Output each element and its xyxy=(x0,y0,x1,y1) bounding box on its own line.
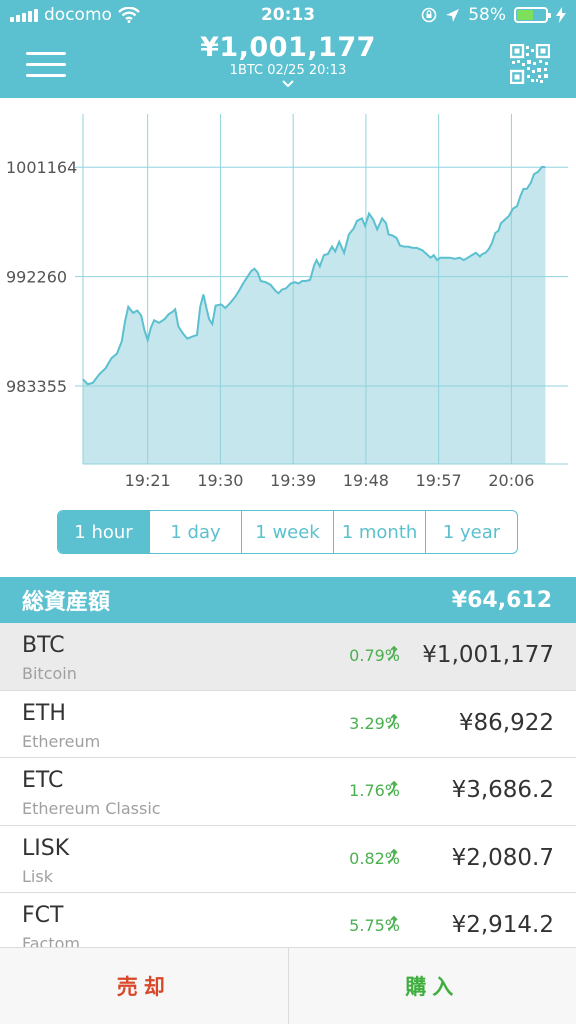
tab-1-year[interactable]: 1 year xyxy=(425,511,517,553)
total-assets-bar: 総資産額 ¥64,612 xyxy=(0,577,576,623)
price-area-fill xyxy=(83,166,546,465)
trade-action-bar: 売却 購入 xyxy=(0,947,576,1024)
asset-symbol: BTC xyxy=(22,633,65,658)
y-tick-label: 983355 xyxy=(6,377,67,396)
asset-name: Ethereum Classic xyxy=(22,799,161,818)
price-chart-svg: 1001164 992260 983355 19:21 19:30 19:39 19:48 1… xyxy=(6,114,568,490)
asset-value: ¥86,922 xyxy=(458,709,554,736)
status-bar: docomo 20:13 58% xyxy=(0,0,576,32)
asset-symbol: FCT xyxy=(22,903,64,928)
x-tick-label: 19:21 xyxy=(125,471,171,490)
charging-bolt-icon xyxy=(556,7,566,23)
asset-name: Ethereum xyxy=(22,731,101,751)
asset-symbol: ETH xyxy=(22,700,66,726)
top-header: docomo 20:13 58% ¥1,001,177 1BTC 02/25 2… xyxy=(0,0,576,98)
tab-1-day[interactable]: 1 day xyxy=(149,511,241,553)
asset-name: Factom xyxy=(22,934,80,947)
tab-1-week[interactable]: 1 week xyxy=(241,511,333,553)
x-tick-label: 19:57 xyxy=(416,471,462,490)
asset-row-lisk[interactable]: LISK Lisk 0.82% ¥2,080.7 xyxy=(0,825,576,893)
asset-value: ¥1,001,177 xyxy=(422,642,554,668)
price-subtitle: 1BTC 02/25 20:13 xyxy=(229,63,347,78)
asset-name: Bitcoin xyxy=(22,664,77,683)
chevron-down-icon[interactable] xyxy=(0,78,576,90)
tab-1-hour[interactable]: 1 hour xyxy=(58,511,149,553)
battery-percent: 58% xyxy=(468,5,506,25)
asset-value: ¥3,686.2 xyxy=(451,777,554,803)
asset-symbol: ETC xyxy=(22,768,64,793)
asset-name: Lisk xyxy=(22,866,53,886)
trend-up-arrow-icon xyxy=(387,713,398,728)
asset-value: ¥2,080.7 xyxy=(451,844,554,871)
battery-icon xyxy=(514,7,551,23)
asset-symbol: LISK xyxy=(22,835,70,861)
price-header[interactable]: ¥1,001,177 1BTC 02/25 20:13 xyxy=(0,32,576,90)
current-price: ¥1,001,177 xyxy=(200,32,376,63)
location-arrow-icon xyxy=(446,8,460,22)
y-tick-label: 992260 xyxy=(6,268,67,287)
status-right: 58% xyxy=(421,5,566,25)
x-tick-label: 19:48 xyxy=(343,471,389,490)
time-range-tabs: 1 hour 1 day 1 week 1 month 1 year xyxy=(57,510,518,554)
asset-row-etc[interactable]: ETC Ethereum Classic 1.76% ¥3,686.2 xyxy=(0,758,576,826)
asset-list: BTC Bitcoin 0.79% ¥1,001,177 ETH Ethereu… xyxy=(0,623,576,947)
total-assets-label: 総資産額 xyxy=(22,590,111,615)
qr-code-icon[interactable] xyxy=(510,44,550,84)
trend-up-arrow-icon xyxy=(387,780,398,795)
orientation-lock-icon xyxy=(421,7,437,23)
trend-up-arrow-icon xyxy=(387,848,398,863)
x-tick-label: 19:30 xyxy=(197,471,243,490)
asset-value: ¥2,914.2 xyxy=(451,912,554,938)
y-tick-label: 1001164 xyxy=(6,158,77,177)
tab-1-month[interactable]: 1 month xyxy=(333,511,425,553)
trend-up-arrow-icon xyxy=(387,645,398,660)
asset-row-fct[interactable]: FCT Factom 5.75% ¥2,914.2 xyxy=(0,893,576,947)
buy-button[interactable]: 購入 xyxy=(289,948,576,1024)
asset-row-btc[interactable]: BTC Bitcoin 0.79% ¥1,001,177 xyxy=(0,623,576,691)
x-tick-label: 19:39 xyxy=(270,471,316,490)
asset-row-eth[interactable]: ETH Ethereum 3.29% ¥86,922 xyxy=(0,690,576,758)
trend-up-arrow-icon xyxy=(387,915,398,930)
x-tick-label: 20:06 xyxy=(488,471,534,490)
sell-button[interactable]: 売却 xyxy=(0,948,289,1024)
total-assets-value: ¥64,612 xyxy=(451,587,552,613)
price-chart[interactable]: 1001164 992260 983355 19:21 19:30 19:39 19:48 1… xyxy=(0,98,576,502)
